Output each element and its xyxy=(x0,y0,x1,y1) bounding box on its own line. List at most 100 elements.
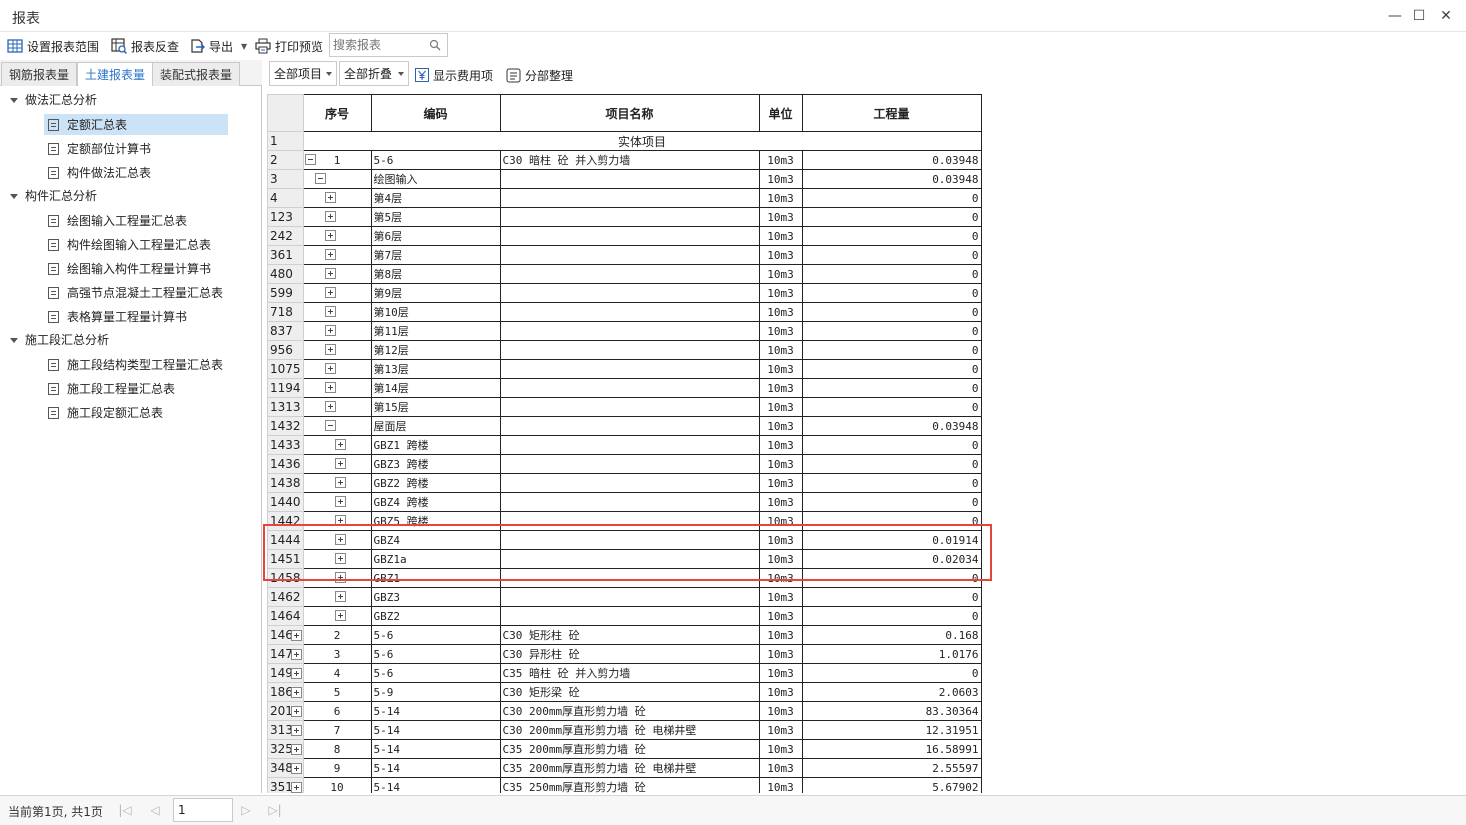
tab-prefab-report[interactable]: 装配式报表量 xyxy=(152,62,241,86)
tree-item-section-quota-summary[interactable]: 施工段定额汇总表 xyxy=(44,402,169,423)
tree-item-quota-location-calc[interactable]: 定额部位计算书 xyxy=(44,138,157,159)
table-row[interactable]: 1194 第14层 10m3 0 xyxy=(267,378,982,398)
tree-item-section-quantity-summary[interactable]: 施工段工程量汇总表 xyxy=(44,378,181,399)
expand-icon[interactable] xyxy=(324,287,336,298)
expand-row-icon[interactable] xyxy=(290,725,302,736)
search-icon[interactable] xyxy=(429,39,441,51)
table-row[interactable]: 2 1 5-6 C30 暗柱 砼 并入剪力墙 10m3 0.03948 xyxy=(267,150,982,170)
table-row[interactable]: 837 第11层 10m3 0 xyxy=(267,321,982,341)
tree-item-section-structure-summary[interactable]: 施工段结构类型工程量汇总表 xyxy=(44,354,229,375)
expand-row-icon[interactable] xyxy=(290,782,302,793)
expand-icon[interactable] xyxy=(324,268,336,279)
report-reverse-check-button[interactable]: 报表反查 xyxy=(111,35,179,57)
prev-page-icon[interactable]: ◁ xyxy=(148,803,162,817)
expand-icon[interactable] xyxy=(334,496,346,507)
table-row[interactable]: 3259 8 5-14 C35 200mm厚直形剪力墙 砼 10m3 16.58991 xyxy=(267,739,982,759)
next-page-icon[interactable]: ▷ xyxy=(239,803,253,817)
minimize-button[interactable]: — xyxy=(1386,7,1404,25)
expand-icon[interactable] xyxy=(334,439,346,450)
collapse-all-dropdown[interactable]: 全部折叠 xyxy=(339,61,409,86)
page-number-input[interactable]: 1 xyxy=(173,798,233,822)
first-page-icon[interactable]: |◁ xyxy=(118,803,132,817)
table-row[interactable]: 718 第10层 10m3 0 xyxy=(267,302,982,322)
table-row[interactable]: 1496 4 5-6 C35 暗柱 砼 并入剪力墙 10m3 0 xyxy=(267,663,982,683)
table-row[interactable]: 3484 9 5-14 C35 200mm厚直形剪力墙 砼 电梯井壁 10m3 2.555… xyxy=(267,758,982,778)
tab-civil-report[interactable]: 土建报表量 xyxy=(77,62,154,87)
expand-icon[interactable] xyxy=(334,458,346,469)
table-row[interactable]: 3 绘图输入 10m3 0.03948 xyxy=(267,169,982,189)
expand-row-icon[interactable] xyxy=(290,668,302,679)
tree-group-method-summary[interactable]: 做法汇总分析 xyxy=(10,89,97,111)
expand-row-icon[interactable] xyxy=(290,687,302,698)
table-row[interactable]: 242 第6层 10m3 0 xyxy=(267,226,982,246)
expand-icon[interactable] xyxy=(324,306,336,317)
table-row[interactable]: 1451 GBZ1a 10m3 0.02034 xyxy=(267,549,982,569)
table-row[interactable]: 1313 第15层 10m3 0 xyxy=(267,397,982,417)
expand-icon[interactable] xyxy=(324,325,336,336)
table-row[interactable]: 1464 GBZ2 10m3 0 xyxy=(267,606,982,626)
table-row[interactable]: 1440 GBZ4 跨楼 10m3 0 xyxy=(267,492,982,512)
set-report-range-button[interactable]: 设置报表范围 xyxy=(7,35,99,57)
expand-icon[interactable] xyxy=(324,401,336,412)
table-row[interactable]: 1442 GBZ5 跨楼 10m3 0 xyxy=(267,511,982,531)
table-row[interactable]: 1444 GBZ4 10m3 0.01914 xyxy=(267,530,982,550)
table-row[interactable]: 1438 GBZ2 跨楼 10m3 0 xyxy=(267,473,982,493)
table-row[interactable]: 1432 屋面层 10m3 0.03948 xyxy=(267,416,982,436)
expand-icon[interactable] xyxy=(334,515,346,526)
export-button[interactable]: 导出 ▼ xyxy=(189,35,247,57)
maximize-button[interactable]: ☐ xyxy=(1410,7,1428,25)
table-row[interactable]: 3131 7 5-14 C30 200mm厚直形剪力墙 砼 电梯井壁 10m3 12.31… xyxy=(267,720,982,740)
tree-item-drawing-input-summary[interactable]: 绘图输入工程量汇总表 xyxy=(44,210,193,231)
collapse-icon[interactable] xyxy=(314,173,326,184)
tree-item-table-calc[interactable]: 表格算量工程量计算书 xyxy=(44,306,193,327)
collapse-icon[interactable] xyxy=(304,154,316,165)
table-row[interactable]: 1475 3 5-6 C30 异形柱 砼 10m3 1.0176 xyxy=(267,644,982,664)
expand-icon[interactable] xyxy=(334,572,346,583)
close-button[interactable]: ✕ xyxy=(1437,7,1455,25)
expand-icon[interactable] xyxy=(324,363,336,374)
table-row[interactable]: 1868 5 5-9 C30 矩形梁 砼 10m3 2.0603 xyxy=(267,682,982,702)
table-row[interactable]: 3513 10 5-14 C35 250mm厚直形剪力墙 砼 10m3 5.67902 xyxy=(267,777,982,793)
table-row[interactable]: 4 第4层 10m3 0 xyxy=(267,188,982,208)
expand-icon[interactable] xyxy=(324,211,336,222)
expand-icon[interactable] xyxy=(334,553,346,564)
expand-icon[interactable] xyxy=(324,382,336,393)
tree-group-section-summary[interactable]: 施工段汇总分析 xyxy=(10,329,109,351)
expand-icon[interactable] xyxy=(334,610,346,621)
expand-row-icon[interactable] xyxy=(290,649,302,660)
tree-item-component-drawing-summary[interactable]: 构件绘图输入工程量汇总表 xyxy=(44,234,217,255)
expand-icon[interactable] xyxy=(324,192,336,203)
last-page-icon[interactable]: ▷| xyxy=(268,803,282,817)
expand-icon[interactable] xyxy=(324,344,336,355)
table-row[interactable]: 1433 GBZ1 跨楼 10m3 0 xyxy=(267,435,982,455)
expand-icon[interactable] xyxy=(324,249,336,260)
expand-row-icon[interactable] xyxy=(290,763,302,774)
search-input[interactable] xyxy=(330,34,426,56)
expand-icon[interactable] xyxy=(334,534,346,545)
expand-row-icon[interactable] xyxy=(290,630,302,641)
tree-group-component-summary[interactable]: 构件汇总分析 xyxy=(10,185,97,207)
table-row[interactable]: 599 第9层 10m3 0 xyxy=(267,283,982,303)
tree-item-high-strength-node-summary[interactable]: 高强节点混凝土工程量汇总表 xyxy=(44,282,229,303)
expand-row-icon[interactable] xyxy=(290,744,302,755)
table-row[interactable]: 2013 6 5-14 C30 200mm厚直形剪力墙 砼 10m3 83.30364 xyxy=(267,701,982,721)
collapse-icon[interactable] xyxy=(324,420,336,431)
tree-item-quota-summary[interactable]: 定额汇总表 xyxy=(44,114,228,135)
table-row[interactable]: 123 第5层 10m3 0 xyxy=(267,207,982,227)
table-row[interactable]: 1467 2 5-6 C30 矩形柱 砼 10m3 0.168 xyxy=(267,625,982,645)
show-fee-items-button[interactable]: 显示费用项 xyxy=(415,64,493,86)
search-report-field[interactable] xyxy=(329,33,448,57)
expand-icon[interactable] xyxy=(334,477,346,488)
tab-rebar-report[interactable]: 钢筋报表量 xyxy=(1,62,78,86)
table-row[interactable]: 480 第8层 10m3 0 xyxy=(267,264,982,284)
report-grid-area[interactable]: 序号 编码 项目名称 单位 工程量 1 实体项目 2 1 5-6 C30 暗柱 砼 并… xyxy=(267,94,1466,793)
table-row[interactable]: 956 第12层 10m3 0 xyxy=(267,340,982,360)
print-preview-button[interactable]: 打印预览 xyxy=(255,35,323,57)
tree-item-drawing-component-calc[interactable]: 绘图输入构件工程量计算书 xyxy=(44,258,217,279)
table-row[interactable]: 1436 GBZ3 跨楼 10m3 0 xyxy=(267,454,982,474)
table-row[interactable]: 361 第7层 10m3 0 xyxy=(267,245,982,265)
table-row[interactable]: 1075 第13层 10m3 0 xyxy=(267,359,982,379)
table-row[interactable]: 1458 GBZ1 10m3 0 xyxy=(267,568,982,588)
table-row[interactable]: 1462 GBZ3 10m3 0 xyxy=(267,587,982,607)
expand-icon[interactable] xyxy=(324,230,336,241)
